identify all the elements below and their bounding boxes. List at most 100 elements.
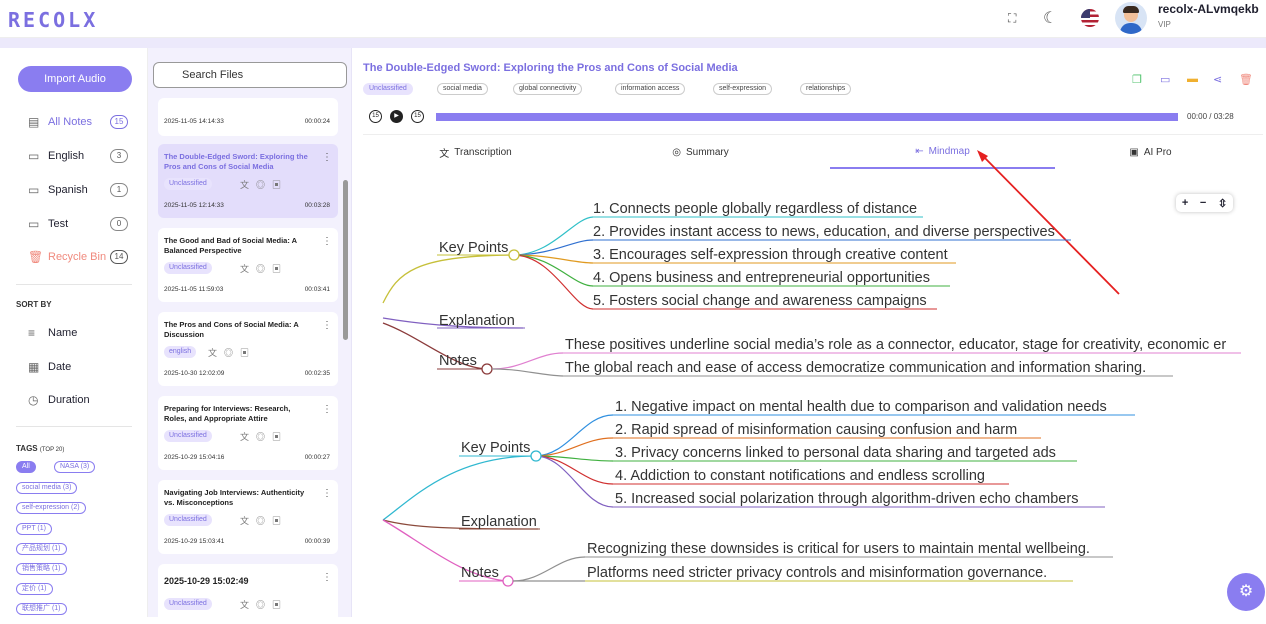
- file-duration: 00:03:41: [304, 286, 330, 293]
- file-date: 2025-10-29 15:04:16: [164, 454, 225, 461]
- tag-chip[interactable]: 销售策略 (1): [16, 563, 67, 575]
- file-list-scrollbar[interactable]: [343, 180, 348, 340]
- tag-chip[interactable]: information access: [615, 83, 686, 95]
- trash-icon: 🗑: [28, 250, 44, 264]
- mindmap-node: 4. Opens business and entrepreneurial op…: [593, 270, 930, 286]
- more-icon[interactable]: ⋮: [322, 236, 332, 247]
- sidebar-item-recycle-bin[interactable]: 🗑 Recycle Bin 14: [28, 247, 128, 267]
- tag-chip[interactable]: self-expression (2): [16, 502, 86, 514]
- file-card-selected[interactable]: The Double-Edged Sword: Exploring the Pr…: [158, 144, 338, 218]
- file-duration: 00:00:39: [304, 538, 330, 545]
- sidebar-item-english[interactable]: ▭ English 3: [28, 146, 128, 166]
- tab-bar: 文 Transcription ◎ Summary ⇤ Mindmap ▣ AI Pro: [363, 134, 1263, 169]
- share-icon[interactable]: ⋖: [1213, 73, 1222, 86]
- file-tag: Unclassified: [164, 514, 212, 526]
- mindmap-node: 2. Rapid spread of misinformation causin…: [615, 422, 1017, 438]
- more-icon[interactable]: ⋮: [322, 404, 332, 415]
- fullscreen-icon[interactable]: ⛶: [1008, 11, 1016, 26]
- more-icon[interactable]: ⋮: [322, 320, 332, 331]
- gear-icon: ⚙: [1238, 583, 1254, 600]
- pros-explanation-label: Explanation: [439, 313, 515, 329]
- sidebar-item-test[interactable]: ▭ Test 0: [28, 214, 128, 234]
- user-name: recolx-ALvmqekb: [1158, 2, 1259, 16]
- note-icon[interactable]: ▭: [1160, 73, 1170, 86]
- sort-duration[interactable]: ◷ Duration: [28, 390, 128, 410]
- import-audio-button[interactable]: Import Audio: [18, 66, 132, 92]
- app-logo: RECOLX: [8, 8, 99, 32]
- count-badge: 1: [110, 183, 128, 197]
- file-title: The Good and Bad of Social Media: A Bala…: [164, 236, 297, 255]
- tag-chip[interactable]: social media (3): [16, 482, 78, 494]
- cons-key-points-label: Key Points: [461, 440, 530, 456]
- mindmap-node: 1. Connects people globally regardless o…: [593, 201, 917, 217]
- sort-date[interactable]: ▦ Date: [28, 357, 128, 377]
- sort-name[interactable]: ≡ Name: [28, 323, 128, 343]
- file-feature-icons: 文◎▣: [208, 348, 257, 358]
- tag-chip[interactable]: 联想推广 (1): [16, 603, 67, 615]
- file-card[interactable]: Preparing for Interviews: Research, Role…: [158, 396, 338, 470]
- file-date: 2025-10-29 15:03:41: [164, 538, 225, 545]
- rewind-15-icon[interactable]: 15: [369, 110, 382, 123]
- file-card[interactable]: The Pros and Cons of Social Media: A Dis…: [158, 312, 338, 386]
- us-flag-icon[interactable]: [1081, 9, 1099, 27]
- file-date: 2025-11-05 11:59:03: [164, 286, 224, 293]
- user-level: VIP: [1158, 20, 1171, 29]
- file-card[interactable]: The Good and Bad of Social Media: A Bala…: [158, 228, 338, 302]
- category-chip[interactable]: Unclassified: [363, 83, 413, 95]
- sidebar-item-all-notes[interactable]: ▤ All Notes 15: [28, 112, 128, 132]
- settings-fab[interactable]: ⚙: [1227, 573, 1265, 611]
- sidebar-item-spanish[interactable]: ▭ Spanish 1: [28, 180, 128, 200]
- file-card[interactable]: 2025-10-29 15:02:49 ⋮ Unclassified 文◎▣: [158, 564, 338, 624]
- mindmap-canvas: Key Points 1. Connects people globally r…: [382, 201, 1241, 587]
- tag-chip[interactable]: self-expression: [713, 83, 773, 95]
- tag-chip[interactable]: PPT (1): [16, 523, 52, 535]
- tag-chip[interactable]: global connectivity: [513, 83, 583, 95]
- search-input[interactable]: Search Files: [153, 62, 347, 88]
- tab-summary[interactable]: ◎ Summary: [588, 135, 813, 169]
- file-date: 2025-11-05 12:14:33: [164, 202, 224, 209]
- tag-chip[interactable]: 产品规划 (1): [16, 543, 67, 555]
- mindmap-node: Platforms need stricter privacy controls…: [587, 565, 1047, 581]
- count-badge: 15: [110, 115, 128, 129]
- file-date: 2025-10-30 12:02:09: [164, 370, 225, 377]
- tab-label: AI Pro: [1143, 146, 1172, 158]
- file-tag: Unclassified: [164, 598, 212, 610]
- mindmap-node: 2. Provides instant access to news, educ…: [593, 224, 1055, 240]
- tag-chip[interactable]: 定价 (1): [16, 583, 53, 595]
- folder-icon[interactable]: ▬: [1187, 73, 1198, 85]
- forward-15-icon[interactable]: 15: [411, 110, 424, 123]
- tag-chip[interactable]: social media: [437, 83, 488, 95]
- notes-icon: ▤: [28, 115, 40, 129]
- audio-player: 15 ▶ 15 00:00 / 03:28: [367, 110, 1247, 124]
- file-card[interactable]: 2025-11-05 14:14:33 00:00:24: [158, 98, 338, 136]
- divider: [16, 426, 132, 427]
- moon-icon[interactable]: ☾: [1043, 8, 1057, 28]
- mindmap-node: 3. Encourages self-expression through cr…: [593, 247, 948, 263]
- ai-icon: ▣: [1129, 146, 1139, 158]
- mindmap-node: These positives underline social media’s…: [565, 337, 1226, 353]
- document-title: The Double-Edged Sword: Exploring the Pr…: [363, 62, 738, 74]
- file-feature-icons: 文◎▣: [240, 264, 289, 274]
- file-card[interactable]: Navigating Job Interviews: Authenticity …: [158, 480, 338, 554]
- more-icon[interactable]: ⋮: [322, 488, 332, 499]
- avatar[interactable]: [1115, 2, 1147, 34]
- play-icon[interactable]: ▶: [390, 110, 403, 123]
- sidebar-item-label: All Notes: [48, 116, 93, 128]
- tab-transcription[interactable]: 文 Transcription: [363, 135, 588, 169]
- progress-bar[interactable]: [436, 113, 1178, 121]
- delete-icon[interactable]: 🗑: [1239, 73, 1253, 86]
- sort-title: SORT BY: [16, 300, 52, 309]
- file-feature-icons: 文◎▣: [240, 180, 289, 190]
- tag-chip[interactable]: All: [16, 461, 36, 473]
- sidebar-item-label: Recycle Bin: [48, 251, 107, 263]
- tag-chip[interactable]: NASA (3): [54, 461, 96, 473]
- more-icon[interactable]: ⋮: [322, 572, 332, 583]
- tags-title-text: TAGS: [16, 444, 38, 453]
- copy-icon[interactable]: ❐: [1132, 73, 1142, 86]
- more-icon[interactable]: ⋮: [322, 152, 332, 163]
- file-title: Preparing for Interviews: Research, Role…: [164, 404, 291, 423]
- file-tag: Unclassified: [164, 262, 212, 274]
- tag-chip[interactable]: relationships: [800, 83, 852, 95]
- mindmap-node: 4. Addiction to constant notifications a…: [615, 468, 985, 484]
- pros-key-points-label: Key Points: [439, 240, 508, 256]
